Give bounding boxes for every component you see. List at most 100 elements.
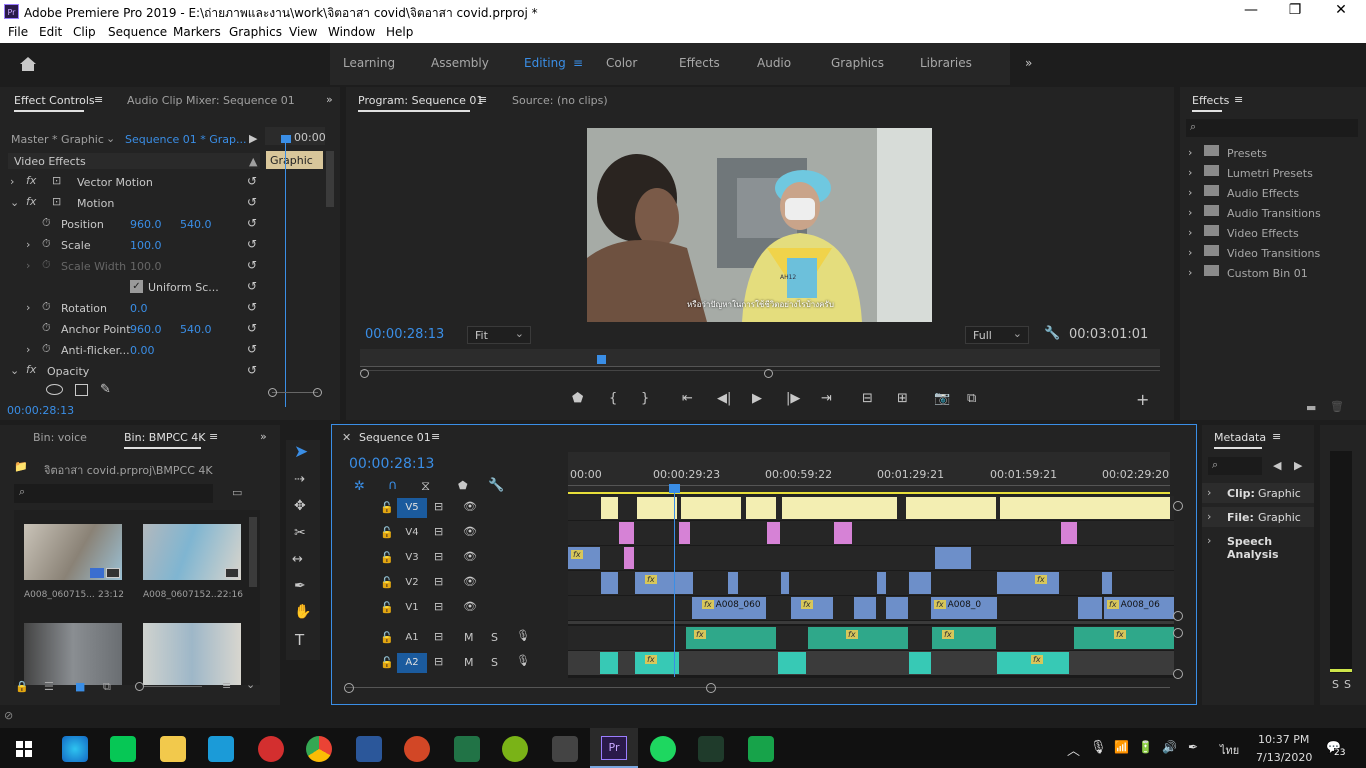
video-clip[interactable] (877, 572, 886, 594)
graphic-clip[interactable] (906, 497, 996, 519)
menu-graphics[interactable]: Graphics (229, 25, 282, 39)
audio-clip[interactable] (909, 652, 931, 674)
mark-out-icon[interactable]: } (641, 391, 649, 406)
track-select-tool-icon[interactable]: ⇢ (294, 472, 305, 487)
fit-dropdown[interactable]: Fit ⌄ (467, 326, 531, 344)
pink-clip[interactable] (834, 522, 852, 544)
lift-icon[interactable]: ⊟ (862, 391, 873, 406)
go-to-out-icon[interactable]: ⇥ (821, 391, 832, 406)
track-target-v3[interactable]: V3 (397, 548, 427, 568)
reset-icon[interactable]: ↺ (244, 321, 260, 335)
ec-playhead[interactable] (281, 135, 291, 143)
video-clip[interactable] (909, 572, 931, 594)
program-playhead[interactable] (597, 355, 606, 364)
pink-clip[interactable] (624, 547, 634, 569)
track-target-v2[interactable]: V2 (397, 573, 427, 593)
selection-tool-icon[interactable]: ➤ (294, 442, 308, 462)
panel-menu-icon[interactable]: ≡ (209, 430, 218, 443)
effects-item-video-transitions[interactable]: › Video Transitions (1186, 243, 1358, 264)
audio-clip[interactable]: fx (808, 627, 908, 649)
microphone-icon[interactable]: 🎙 (516, 629, 530, 642)
lock-track-icon[interactable]: 🔓 (380, 576, 394, 589)
maximize-button[interactable]: ❐ (1280, 2, 1310, 18)
anchor-y-value[interactable]: 540.0 (180, 323, 212, 336)
workspace-assembly[interactable]: Assembly (431, 56, 489, 70)
step-forward-icon[interactable]: |▶ (786, 391, 800, 406)
battery-icon[interactable]: 🔋 (1138, 740, 1153, 754)
lock-track-icon[interactable]: 🔓 (380, 551, 394, 564)
tab-effect-controls[interactable]: Effect Controls (14, 94, 95, 107)
word-icon[interactable] (356, 736, 382, 762)
delete-icon[interactable]: 🗑 (1330, 400, 1344, 413)
workspace-learning[interactable]: Learning (343, 56, 395, 70)
export-frame-icon[interactable]: 📷 (934, 391, 950, 406)
pink-clip[interactable] (767, 522, 780, 544)
expand-panels-icon[interactable]: » (260, 430, 267, 443)
ec-scrollbar[interactable] (326, 151, 334, 207)
previous-icon[interactable]: ◀ (1273, 459, 1281, 472)
effects-item-custom-bin[interactable]: › Custom Bin 01 (1186, 263, 1358, 284)
panel-menu-icon[interactable]: ≡ (1272, 430, 1281, 443)
reset-icon[interactable]: ↺ (244, 363, 260, 377)
bin-scrollbar[interactable] (249, 517, 257, 587)
ec-zoom-handle[interactable] (313, 388, 322, 397)
panel-menu-icon[interactable]: ≡ (431, 430, 440, 443)
tab-source[interactable]: Source: (no clips) (512, 94, 608, 107)
hand-tool-icon[interactable]: ✋ (294, 604, 311, 620)
volume-icon[interactable]: 🔊 (1162, 740, 1177, 754)
expand-panels-icon[interactable]: » (326, 93, 333, 106)
timeline-timecode[interactable]: 00:00:28:13 (349, 456, 434, 472)
audio-clip[interactable]: fx (635, 652, 679, 674)
vertical-zoom-handle[interactable] (1173, 501, 1183, 511)
timeline-settings-icon[interactable]: 🔧 (488, 478, 504, 493)
reset-icon[interactable]: ↺ (244, 300, 260, 314)
clip-thumbnail[interactable] (24, 623, 122, 685)
clock-time[interactable]: 10:37 PM (1258, 733, 1309, 746)
ripple-edit-tool-icon[interactable]: ✥ (294, 498, 306, 514)
track-target-a1[interactable]: A1 (397, 628, 427, 648)
timeline-playhead[interactable] (669, 484, 680, 493)
ellipse-mask-icon[interactable] (46, 384, 63, 395)
tab-effects[interactable]: Effects (1192, 94, 1229, 107)
effects-search-input[interactable]: ⌕ (1186, 119, 1358, 137)
rotation-value[interactable]: 0.0 (130, 302, 148, 315)
excel-icon[interactable] (454, 736, 480, 762)
linked-selection-icon[interactable]: ⧖ (421, 479, 430, 494)
vertical-zoom-handle[interactable] (1173, 669, 1183, 679)
sync-lock-icon[interactable]: ⊟ (434, 600, 443, 613)
language-indicator[interactable]: ไทย (1220, 741, 1239, 759)
position-x-value[interactable]: 960.0 (130, 218, 162, 231)
icon-view-icon[interactable]: ■ (75, 680, 85, 693)
nest-icon[interactable]: ✲ (354, 479, 365, 494)
video-clip[interactable]: fx (791, 597, 833, 619)
play-button-icon[interactable]: ▶ (752, 391, 762, 406)
video-clip[interactable] (1078, 597, 1102, 619)
workspace-audio[interactable]: Audio (757, 56, 791, 70)
app-icon[interactable] (502, 736, 528, 762)
app-icon[interactable] (208, 736, 234, 762)
video-clip[interactable] (935, 547, 971, 569)
graphic-clip[interactable] (601, 497, 618, 519)
file-explorer-icon[interactable] (160, 736, 186, 762)
app-icon[interactable] (748, 736, 774, 762)
graphic-clip[interactable] (681, 497, 741, 519)
video-clip-a008[interactable]: fx A008_0 (931, 597, 997, 619)
clip-thumbnail[interactable] (143, 623, 241, 685)
solo-button[interactable]: S (491, 631, 498, 644)
timeline-ruler[interactable]: 00:00 00:00:29:23 00:00:59:22 00:01:29:2… (568, 452, 1170, 494)
timeline-zoom-handle-right[interactable] (706, 683, 716, 693)
windows-start-icon[interactable] (16, 741, 32, 757)
audio-clip[interactable]: fx (997, 652, 1069, 674)
eye-icon[interactable]: 👁 (463, 525, 477, 538)
video-clip-a008[interactable]: fx A008_060 (692, 597, 766, 619)
video-clip[interactable] (781, 572, 789, 594)
audio-clip[interactable] (600, 652, 618, 674)
lock-track-icon[interactable]: 🔓 (380, 656, 394, 669)
metadata-file-row[interactable]: › File: Graphic (1202, 507, 1314, 527)
clip-thumbnail[interactable] (24, 524, 122, 580)
panel-menu-icon[interactable]: ≡ (478, 93, 487, 106)
track-target-v1[interactable]: V1 (397, 598, 427, 618)
thumb-size-slider[interactable] (135, 682, 144, 691)
effects-item-video-effects[interactable]: › Video Effects (1186, 223, 1358, 244)
comparison-view-icon[interactable]: ⧉ (967, 391, 976, 406)
